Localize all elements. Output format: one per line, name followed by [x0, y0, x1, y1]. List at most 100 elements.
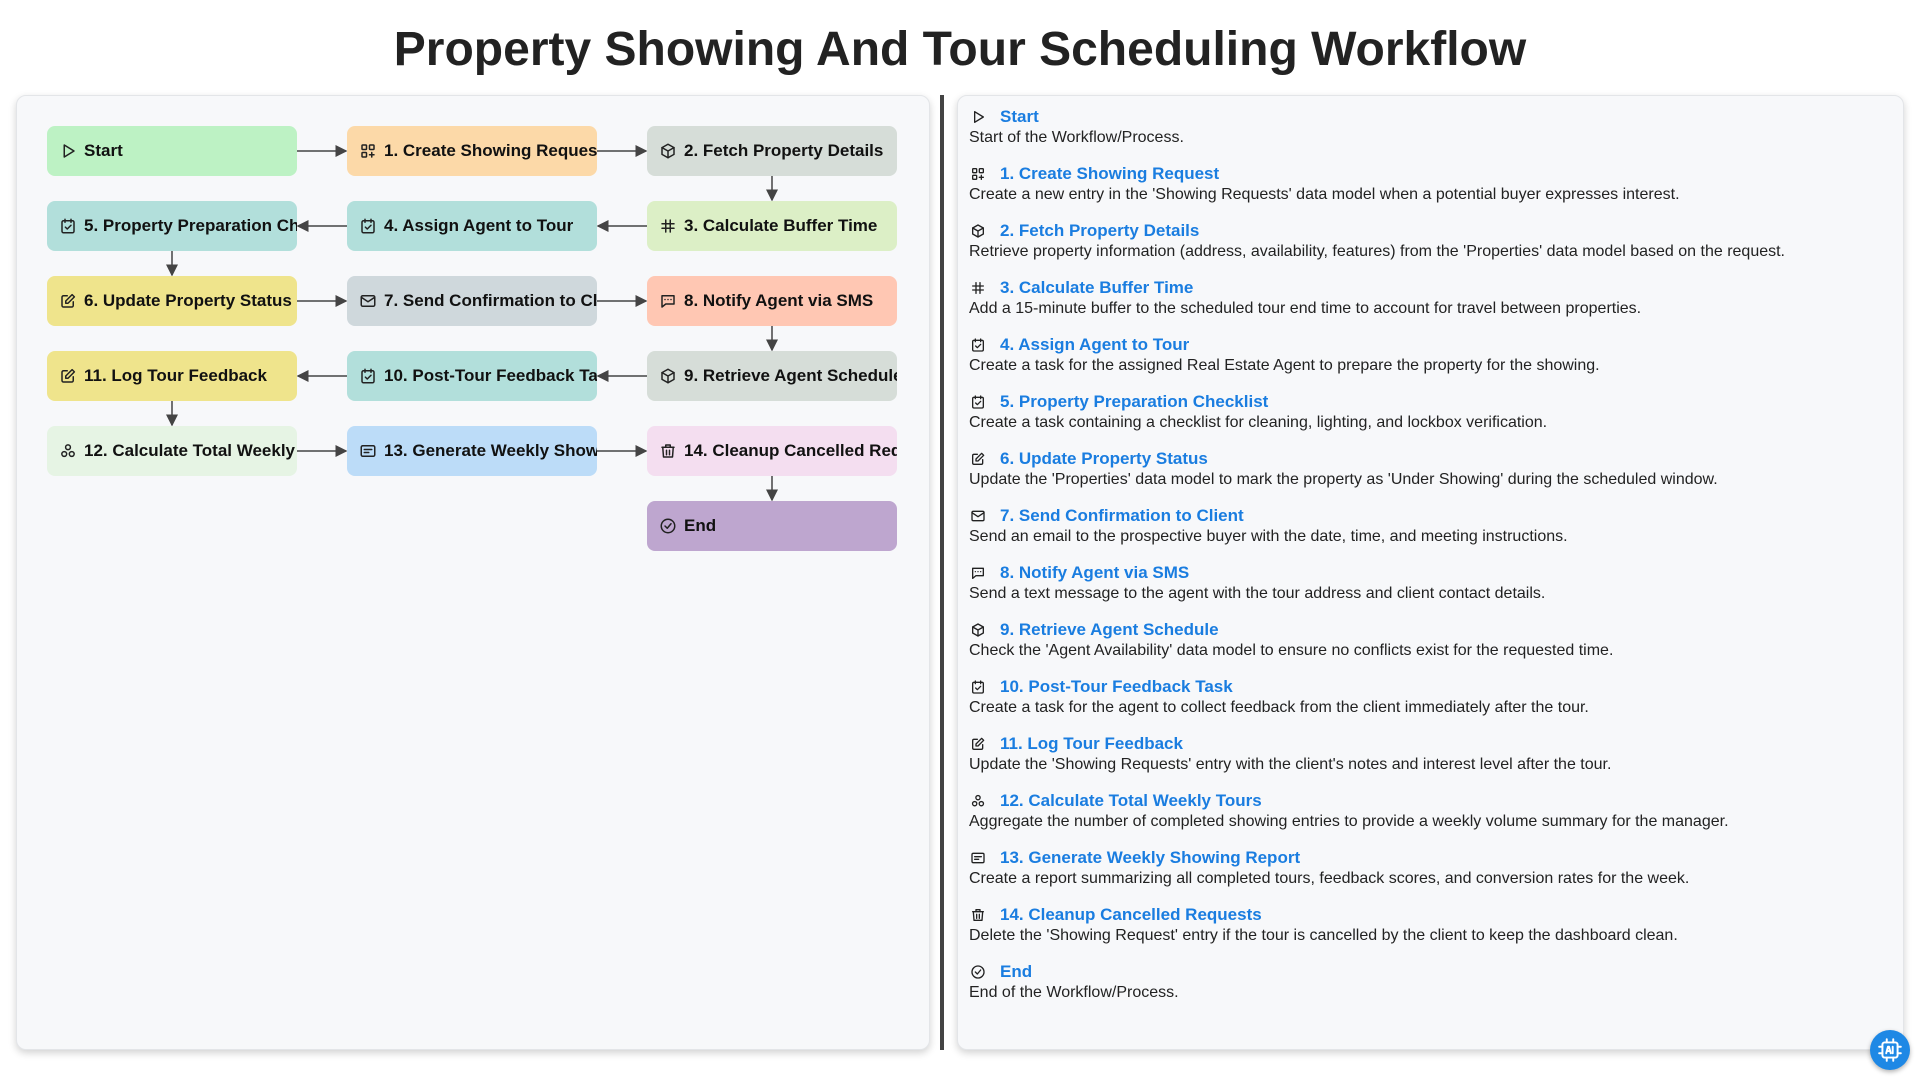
- node-n2[interactable]: 2. Fetch Property Details: [647, 126, 897, 176]
- step-description: Start of the Workflow/Process.: [969, 129, 1184, 146]
- step-header: 12. Calculate Total Weekly Tours: [958, 790, 1903, 812]
- node-n12[interactable]: 12. Calculate Total Weekly Tours: [47, 426, 297, 476]
- node-label: 1. Create Showing Request: [384, 141, 597, 160]
- task-check-icon: [59, 217, 77, 235]
- task-check-icon: [970, 679, 986, 695]
- step-description: Retrieve property information (address, …: [969, 243, 1785, 260]
- panel-divider[interactable]: [940, 95, 944, 1050]
- step-description: Delete the 'Showing Request' entry if th…: [969, 927, 1678, 944]
- hash-icon: [659, 217, 677, 235]
- step-item: 6. Update Property Status Update the 'Pro…: [958, 448, 1903, 489]
- edit-icon: [59, 367, 77, 385]
- step-description: Add a 15-minute buffer to the scheduled …: [969, 300, 1642, 317]
- node-end[interactable]: End: [647, 501, 897, 551]
- workflow-diagram-panel: Start 1. Create Showing Request 2. Fetch P…: [16, 95, 930, 1050]
- node-n10[interactable]: 10. Post-Tour Feedback Task: [347, 351, 597, 401]
- step-item: 3. Calculate Buffer Time Add a 15-minute …: [958, 277, 1903, 318]
- step-item: 7. Send Confirmation to Client Send an em…: [958, 505, 1903, 546]
- step-item: 12. Calculate Total Weekly Tours Aggregat…: [958, 790, 1903, 831]
- task-check-icon: [359, 217, 377, 235]
- step-item: 10. Post-Tour Feedback Task Create a task…: [958, 676, 1903, 717]
- step-header: 1. Create Showing Request: [958, 163, 1903, 185]
- step-description: Create a task containing a checklist for…: [969, 414, 1548, 431]
- play-icon: [970, 109, 986, 125]
- edit-icon: [970, 451, 986, 467]
- step-item: End End of the Workflow/Process.: [958, 961, 1903, 1002]
- node-n7[interactable]: 7. Send Confirmation to Client: [347, 276, 597, 326]
- step-title-link[interactable]: 2. Fetch Property Details: [1000, 221, 1199, 241]
- node-n1[interactable]: 1. Create Showing Request: [347, 126, 597, 176]
- node-label: 5. Property Preparation Checklist: [84, 216, 297, 235]
- task-check-icon: [970, 337, 986, 353]
- step-header: 14. Cleanup Cancelled Requests: [958, 904, 1903, 926]
- node-n9[interactable]: 9. Retrieve Agent Schedule: [647, 351, 897, 401]
- node-n6[interactable]: 6. Update Property Status: [47, 276, 297, 326]
- step-description: Check the 'Agent Availability' data mode…: [969, 642, 1614, 659]
- node-label: 8. Notify Agent via SMS: [684, 291, 874, 310]
- step-header: End: [958, 961, 1903, 983]
- node-label: 14. Cleanup Cancelled Requests: [684, 441, 897, 460]
- node-n4[interactable]: 4. Assign Agent to Tour: [347, 201, 597, 251]
- node-label: 2. Fetch Property Details: [684, 141, 884, 160]
- step-title-link[interactable]: 3. Calculate Buffer Time: [1000, 278, 1193, 298]
- mail-icon: [970, 508, 986, 524]
- aggregate-icon: [970, 793, 986, 809]
- edit-icon: [59, 292, 77, 310]
- step-header: 3. Calculate Buffer Time: [958, 277, 1903, 299]
- cube-icon: [970, 223, 986, 239]
- report-icon: [359, 442, 377, 460]
- step-header: 8. Notify Agent via SMS: [958, 562, 1903, 584]
- step-title-link[interactable]: 9. Retrieve Agent Schedule: [1000, 620, 1219, 640]
- step-item: 2. Fetch Property Details Retrieve proper…: [958, 220, 1903, 261]
- node-start[interactable]: Start: [47, 126, 297, 176]
- step-description: Create a report summarizing all complete…: [969, 870, 1690, 887]
- node-n14[interactable]: 14. Cleanup Cancelled Requests: [647, 426, 897, 476]
- node-label: 3. Calculate Buffer Time: [684, 216, 878, 235]
- play-icon: [59, 142, 77, 160]
- chat-icon: [970, 565, 986, 581]
- step-title-link[interactable]: 11. Log Tour Feedback: [1000, 734, 1183, 754]
- step-item: 4. Assign Agent to Tour Create a task for…: [958, 334, 1903, 375]
- step-header: 7. Send Confirmation to Client: [958, 505, 1903, 527]
- trash-icon: [970, 907, 986, 923]
- step-header: 10. Post-Tour Feedback Task: [958, 676, 1903, 698]
- step-item: 1. Create Showing Request Create a new en…: [958, 163, 1903, 204]
- step-header: 11. Log Tour Feedback: [958, 733, 1903, 755]
- step-title-link[interactable]: 10. Post-Tour Feedback Task: [1000, 677, 1233, 697]
- step-title-link[interactable]: End: [1000, 962, 1032, 982]
- step-title-link[interactable]: 1. Create Showing Request: [1000, 164, 1219, 184]
- step-title-link[interactable]: Start: [1000, 107, 1039, 127]
- step-title-link[interactable]: 12. Calculate Total Weekly Tours: [1000, 791, 1262, 811]
- node-label: 12. Calculate Total Weekly Tours: [84, 441, 297, 460]
- step-header: 2. Fetch Property Details: [958, 220, 1903, 242]
- task-check-icon: [359, 367, 377, 385]
- node-n13[interactable]: 13. Generate Weekly Showing Report: [347, 426, 597, 476]
- node-n5[interactable]: 5. Property Preparation Checklist: [47, 201, 297, 251]
- node-label: 6. Update Property Status: [84, 291, 292, 310]
- edit-icon: [970, 736, 986, 752]
- step-description: End of the Workflow/Process.: [969, 984, 1179, 1001]
- step-description: Send an email to the prospective buyer w…: [969, 528, 1568, 545]
- ai-assistant-button[interactable]: [1870, 1030, 1910, 1070]
- step-title-link[interactable]: 4. Assign Agent to Tour: [1000, 335, 1189, 355]
- step-title-link[interactable]: 8. Notify Agent via SMS: [1000, 563, 1189, 583]
- node-label: 9. Retrieve Agent Schedule: [684, 366, 897, 385]
- node-n8[interactable]: 8. Notify Agent via SMS: [647, 276, 897, 326]
- node-label: 10. Post-Tour Feedback Task: [384, 366, 597, 385]
- node-label: End: [684, 516, 717, 535]
- step-description: Create a task for the agent to collect f…: [969, 699, 1589, 716]
- check-circle-icon: [970, 964, 986, 980]
- step-description: Update the 'Properties' data model to ma…: [969, 471, 1718, 488]
- aggregate-icon: [59, 442, 77, 460]
- step-title-link[interactable]: 5. Property Preparation Checklist: [1000, 392, 1268, 412]
- step-description: Update the 'Showing Requests' entry with…: [969, 756, 1612, 773]
- node-n11[interactable]: 11. Log Tour Feedback: [47, 351, 297, 401]
- step-header: 6. Update Property Status: [958, 448, 1903, 470]
- step-title-link[interactable]: 6. Update Property Status: [1000, 449, 1208, 469]
- step-title-link[interactable]: 13. Generate Weekly Showing Report: [1000, 848, 1300, 868]
- node-n3[interactable]: 3. Calculate Buffer Time: [647, 201, 897, 251]
- step-title-link[interactable]: 14. Cleanup Cancelled Requests: [1000, 905, 1262, 925]
- step-title-link[interactable]: 7. Send Confirmation to Client: [1000, 506, 1244, 526]
- step-item: 11. Log Tour Feedback Update the 'Showing…: [958, 733, 1903, 774]
- step-description: Aggregate the number of completed showin…: [969, 813, 1729, 830]
